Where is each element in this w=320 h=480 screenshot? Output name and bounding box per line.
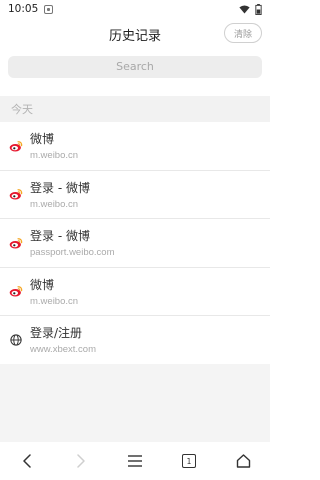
weibo-icon	[0, 188, 30, 200]
history-item[interactable]: 登录 - 微博 passport.weibo.com	[0, 219, 270, 268]
battery-icon	[255, 3, 262, 15]
history-item-title: 登录 - 微博	[30, 229, 90, 244]
history-list: 微博 m.weibo.cn 登录 - 微博 m.weibo.cn 登录 - 微博…	[0, 122, 270, 365]
empty-area	[0, 364, 270, 442]
section-label: 今天	[11, 103, 33, 116]
weibo-icon	[0, 140, 30, 152]
tabs-icon: 1	[182, 454, 196, 468]
bottom-nav: 1	[0, 442, 270, 480]
tabs-button[interactable]: 1	[174, 446, 204, 476]
history-item-title: 微博	[30, 277, 55, 292]
history-item-title: 登录/注册	[30, 326, 83, 341]
history-item[interactable]: 登录/注册 www.xbext.com	[0, 316, 270, 365]
history-item-url: m.weibo.cn	[30, 150, 79, 162]
weibo-icon	[0, 285, 30, 297]
history-item-url: m.weibo.cn	[30, 295, 79, 307]
menu-button[interactable]	[120, 446, 150, 476]
menu-icon	[128, 455, 142, 467]
wifi-icon	[239, 4, 250, 14]
history-item-title: 登录 - 微博	[30, 180, 90, 195]
forward-icon	[77, 454, 85, 468]
section-header-today: 今天	[0, 96, 270, 122]
home-button[interactable]	[228, 446, 258, 476]
globe-icon	[0, 334, 30, 346]
back-button[interactable]	[12, 446, 42, 476]
history-item-title: 微博	[30, 132, 55, 147]
history-item-url: www.xbext.com	[30, 344, 96, 356]
home-icon	[236, 454, 250, 468]
status-left: 10:05	[8, 3, 54, 15]
search-bar	[0, 50, 270, 83]
shield-icon	[44, 4, 54, 14]
clear-button[interactable]: 清除	[224, 23, 262, 43]
header: 历史记录 清除	[0, 18, 270, 50]
back-icon	[23, 454, 31, 468]
history-item[interactable]: 微博 m.weibo.cn	[0, 268, 270, 316]
history-item[interactable]: 微博 m.weibo.cn	[0, 122, 270, 171]
history-item[interactable]: 登录 - 微博 m.weibo.cn	[0, 171, 270, 219]
history-item-url: passport.weibo.com	[30, 247, 115, 259]
status-time: 10:05	[8, 3, 39, 15]
page-title: 历史记录	[108, 28, 161, 44]
forward-button[interactable]	[66, 446, 96, 476]
status-right	[239, 3, 262, 15]
history-item-url: m.weibo.cn	[30, 198, 79, 210]
search-input[interactable]	[8, 55, 262, 78]
weibo-icon	[0, 237, 30, 249]
status-bar: 10:05	[0, 0, 270, 18]
